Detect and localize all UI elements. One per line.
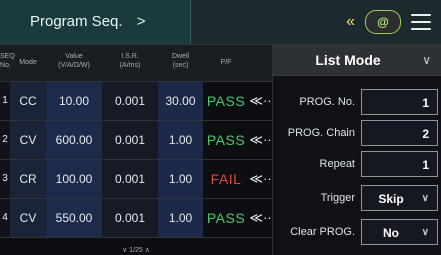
value-cell[interactable]: 550.00 bbox=[46, 199, 102, 237]
seq-cell: 4 bbox=[0, 199, 10, 237]
toolbar-right: « @ bbox=[346, 9, 431, 35]
header-value: Value (V/A/Ω/W) bbox=[58, 53, 90, 69]
fail-status: FAIL bbox=[210, 171, 242, 187]
seq-cell: 1 bbox=[0, 82, 10, 120]
repeat-field[interactable]: 1 bbox=[361, 151, 438, 177]
header-isr: I.S.R. (A/ms) bbox=[119, 53, 141, 69]
dwell-cell[interactable]: 30.00 bbox=[158, 82, 203, 120]
table-pager[interactable]: ∨ 1/25 ∧ bbox=[0, 247, 272, 255]
prog-no-field[interactable]: 1 bbox=[361, 89, 438, 115]
row-arrow-icon[interactable]: ≪·· bbox=[249, 160, 272, 198]
mode-cell[interactable]: CV bbox=[10, 121, 46, 159]
row-arrow-icon[interactable]: ≪·· bbox=[249, 121, 272, 159]
prog-chain-label: PROG. Chain bbox=[287, 127, 355, 139]
title-area[interactable]: Program Seq. > bbox=[0, 0, 191, 44]
trigger-row: Trigger Skip ∨ bbox=[273, 185, 441, 211]
mode-cell[interactable]: CR bbox=[10, 160, 46, 198]
prog-no-row: PROG. No. 1 bbox=[273, 89, 441, 115]
table-row[interactable]: 3 CR 100.00 0.001 1.00 FAIL ≪·· bbox=[0, 160, 272, 199]
list-mode-dropdown[interactable]: List Mode ∨ bbox=[273, 45, 441, 76]
table-rows: 1 CC 10.00 0.001 30.00 PASS ≪·· 2 CV 600… bbox=[0, 82, 272, 247]
header-pf: P/F bbox=[220, 59, 232, 66]
dwell-cell[interactable]: 1.00 bbox=[158, 199, 203, 237]
menu-icon[interactable] bbox=[411, 14, 431, 30]
program-sequence-screen: Program Seq. > « @ SEQ No. Mode Value (V… bbox=[0, 0, 441, 255]
page-title-text: Program Seq. bbox=[30, 13, 123, 30]
badge-text: @ bbox=[377, 15, 389, 29]
list-mode-panel: List Mode ∨ PROG. No. 1 PROG. Chain 2 Re… bbox=[273, 45, 441, 255]
repeat-row: Repeat 1 bbox=[273, 151, 441, 177]
list-mode-label: List Mode bbox=[315, 52, 381, 68]
table-header: SEQ No. Mode Value (V/A/Ω/W) I.S.R. (A/m… bbox=[0, 45, 272, 82]
trigger-value: Skip bbox=[378, 192, 404, 206]
trigger-select[interactable]: Skip ∨ bbox=[361, 185, 438, 211]
chevron-down-icon: ∨ bbox=[422, 53, 431, 67]
double-arrow-icon[interactable]: « bbox=[346, 13, 355, 31]
chevron-down-icon: ∨ bbox=[421, 193, 429, 204]
prog-chain-field[interactable]: 2 bbox=[361, 120, 438, 146]
value-cell[interactable]: 600.00 bbox=[46, 121, 102, 159]
mode-cell[interactable]: CC bbox=[10, 82, 46, 120]
row-arrow-icon[interactable]: ≪·· bbox=[249, 199, 272, 237]
value-cell[interactable]: 10.00 bbox=[46, 82, 102, 120]
table-row[interactable]: 4 CV 550.00 0.001 1.00 PASS ≪·· bbox=[0, 199, 272, 238]
dwell-cell[interactable]: 1.00 bbox=[158, 121, 203, 159]
isr-cell[interactable]: 0.001 bbox=[102, 82, 158, 120]
seq-cell: 2 bbox=[0, 121, 10, 159]
clear-prog-label: Clear PROG. bbox=[290, 226, 355, 238]
row-arrow-icon[interactable]: ≪·· bbox=[249, 82, 272, 120]
header-mode: Mode bbox=[19, 59, 37, 66]
page-title: Program Seq. > bbox=[8, 0, 145, 44]
value-cell[interactable]: 100.00 bbox=[46, 160, 102, 198]
clear-prog-value: No bbox=[383, 226, 399, 240]
repeat-label: Repeat bbox=[319, 158, 355, 170]
header-dwell: Dwell (sec) bbox=[171, 53, 190, 69]
top-bar: Program Seq. > « @ bbox=[0, 0, 441, 45]
isr-cell[interactable]: 0.001 bbox=[102, 160, 158, 198]
sequence-table: SEQ No. Mode Value (V/A/Ω/W) I.S.R. (A/m… bbox=[0, 45, 273, 255]
isr-cell[interactable]: 0.001 bbox=[102, 121, 158, 159]
isr-cell[interactable]: 0.001 bbox=[102, 199, 158, 237]
mode-cell[interactable]: CV bbox=[10, 199, 46, 237]
chevron-right-icon: > bbox=[136, 13, 146, 30]
clear-prog-row: Clear PROG. No ∨ bbox=[273, 219, 441, 245]
table-row[interactable]: 1 CC 10.00 0.001 30.00 PASS ≪·· bbox=[0, 82, 272, 121]
prog-chain-row: PROG. Chain 2 bbox=[273, 120, 441, 146]
prog-no-label: PROG. No. bbox=[299, 96, 355, 108]
status-badge-icon[interactable]: @ bbox=[365, 10, 401, 34]
trigger-label: Trigger bbox=[320, 192, 355, 204]
table-row[interactable]: 2 CV 600.00 0.001 1.00 PASS ≪·· bbox=[0, 121, 272, 160]
pass-status: PASS bbox=[206, 132, 246, 148]
pass-status: PASS bbox=[206, 210, 246, 226]
dwell-cell[interactable]: 1.00 bbox=[158, 160, 203, 198]
chevron-down-icon: ∨ bbox=[421, 227, 429, 238]
pass-status: PASS bbox=[206, 93, 246, 109]
seq-cell: 3 bbox=[0, 160, 10, 198]
clear-prog-select[interactable]: No ∨ bbox=[361, 219, 438, 245]
header-seq: SEQ No. bbox=[0, 53, 15, 69]
